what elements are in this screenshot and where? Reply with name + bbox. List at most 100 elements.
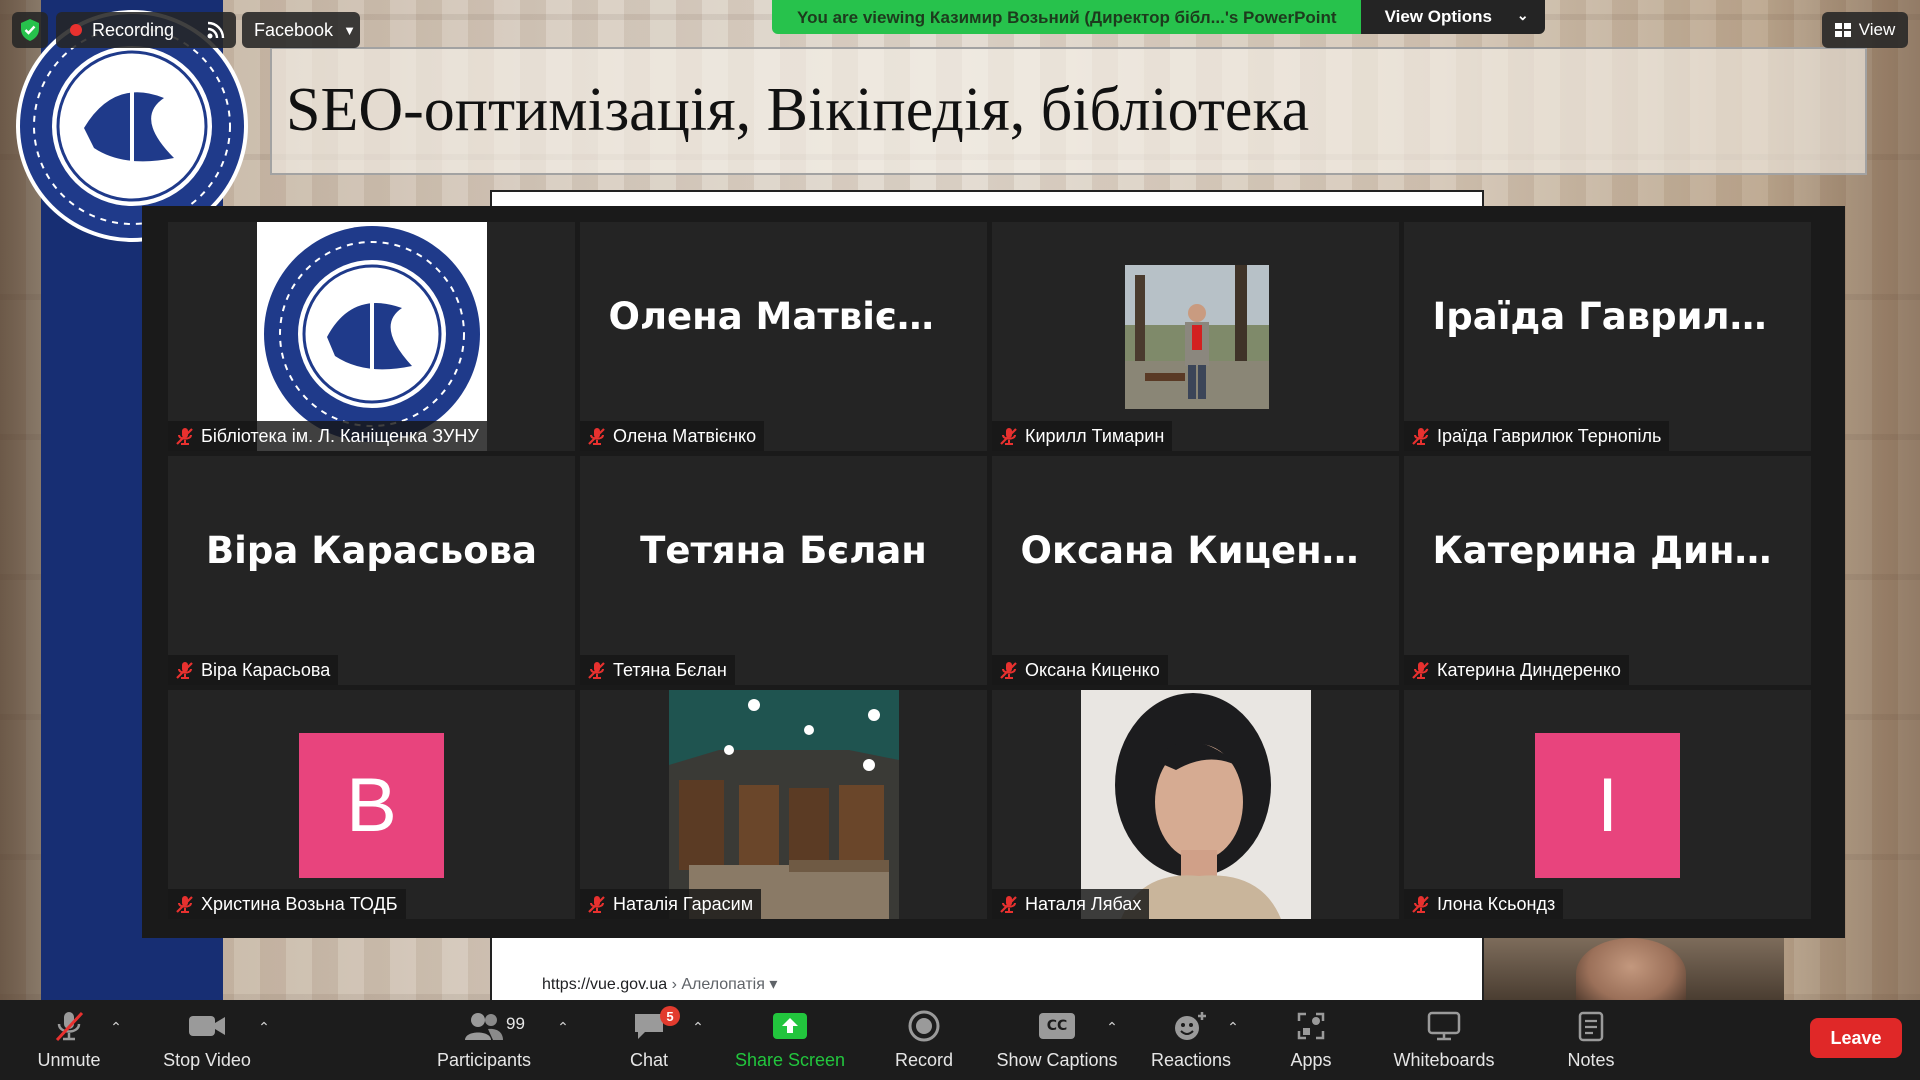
library-seal-logo <box>257 222 487 451</box>
mic-muted-icon <box>176 428 193 445</box>
participant-display-name: Катерина Динд... <box>1432 529 1783 572</box>
participant-name-label: Наталя Лябах <box>992 889 1150 919</box>
whiteboards-label: Whiteboards <box>1393 1050 1495 1070</box>
share-screen-button[interactable]: Share Screen <box>725 1008 855 1074</box>
mic-muted-icon <box>176 896 193 913</box>
audio-options-caret[interactable]: ⌃ <box>106 1020 126 1036</box>
participant-avatar: I <box>1535 733 1680 878</box>
participant-name-label: Тетяна Бєлан <box>580 655 735 685</box>
participant-name-label: Оксана Киценко <box>992 655 1168 685</box>
participant-avatar: B <box>299 733 444 878</box>
show-captions-button[interactable]: CC Show Captions <box>992 1008 1122 1074</box>
presenter-video <box>1484 938 1784 1000</box>
reactions-label: Reactions <box>1150 1050 1232 1070</box>
shield-check-icon <box>21 19 39 41</box>
participant-tile[interactable]: Тетяна Бєлан Тетяна Бєлан <box>580 456 987 685</box>
smiley-plus-icon <box>1175 1012 1206 1040</box>
participant-photo <box>1125 265 1269 409</box>
mic-muted-icon <box>1000 662 1017 679</box>
participants-options-caret[interactable]: ⌃ <box>553 1020 573 1036</box>
mic-muted-icon <box>1412 662 1429 679</box>
chat-unread-badge: 5 <box>660 1006 680 1026</box>
participant-display-name: Віра Карасьова <box>205 529 537 572</box>
participant-display-name: Олена Матвієнко <box>608 295 959 338</box>
participant-display-name: Іраїда Гаврилю... <box>1432 295 1783 338</box>
mic-muted-icon <box>588 662 605 679</box>
participant-name-label: Ілона Ксьондз <box>1404 889 1564 919</box>
notes-label: Notes <box>1567 1050 1615 1070</box>
leave-button[interactable]: Leave <box>1810 1018 1902 1058</box>
chat-label: Chat <box>629 1050 669 1070</box>
participants-button[interactable]: 99 Participants <box>419 1008 549 1074</box>
grid-view-icon <box>1834 23 1851 37</box>
record-label: Record <box>894 1050 954 1070</box>
reactions-options-caret[interactable]: ⌃ <box>1223 1020 1243 1036</box>
mic-muted-icon <box>1000 428 1017 445</box>
participant-gallery: Бібліотека ім. Л. Каніщенка ЗУНУ Олена М… <box>142 206 1845 938</box>
mic-muted-icon <box>1000 896 1017 913</box>
view-options-label: View Options <box>1384 7 1492 26</box>
participant-tile[interactable]: Оксана Киценко Оксана Киценко <box>992 456 1399 685</box>
participant-tile[interactable]: I Ілона Ксьондз <box>1404 690 1811 919</box>
whiteboards-button[interactable]: Whiteboards <box>1379 1008 1509 1074</box>
participant-tile[interactable]: Віра Карасьова Віра Карасьова <box>168 456 575 685</box>
participant-tile[interactable]: Катерина Динд... Катерина Диндеренко <box>1404 456 1811 685</box>
participants-icon <box>465 1013 503 1040</box>
slide-url: https://vue.gov.ua › Алелопатія ▾ <box>542 974 777 994</box>
view-options-button[interactable]: View Options ⌄ <box>1360 0 1545 34</box>
participants-label: Participants <box>436 1050 532 1070</box>
meeting-toolbar: Unmute ⌃ Stop Video ⌃ 99 Participants ⌃ … <box>0 1000 1920 1080</box>
record-icon <box>908 1010 940 1042</box>
live-stream-icon <box>207 21 225 39</box>
whiteboard-icon <box>1427 1011 1461 1041</box>
participant-tile[interactable]: Іраїда Гаврилю... Іраїда Гаврилюк Терноп… <box>1404 222 1811 451</box>
participant-name-label: Бібліотека ім. Л. Каніщенка ЗУНУ <box>168 421 487 451</box>
participant-tile[interactable]: Олена Матвієнко Олена Матвієнко <box>580 222 987 451</box>
mic-muted-icon <box>55 1011 84 1042</box>
captions-options-caret[interactable]: ⌃ <box>1102 1020 1122 1036</box>
slide-url-crumb: › Алелопатія <box>671 976 765 993</box>
reactions-button[interactable]: Reactions <box>1126 1008 1256 1074</box>
notes-button[interactable]: Notes <box>1526 1008 1656 1074</box>
slide-url-link: https://vue.gov.ua <box>542 976 668 993</box>
participant-photo <box>669 690 899 919</box>
participant-tile[interactable]: Наталія Гарасим <box>580 690 987 919</box>
chat-options-caret[interactable]: ⌃ <box>688 1020 708 1036</box>
security-button[interactable] <box>12 12 48 48</box>
recording-indicator[interactable]: Recording <box>56 12 236 48</box>
caret-down-icon: ▼ <box>343 22 356 38</box>
participant-tile[interactable]: Бібліотека ім. Л. Каніщенка ЗУНУ <box>168 222 575 451</box>
mic-muted-icon <box>588 428 605 445</box>
mic-muted-icon <box>176 662 193 679</box>
record-button[interactable]: Record <box>859 1008 989 1074</box>
participant-display-name: Тетяна Бєлан <box>640 529 927 572</box>
participant-tile[interactable]: Наталя Лябах <box>992 690 1399 919</box>
viewing-banner-text: You are viewing Казимир Возьний (Директо… <box>772 0 1361 34</box>
recording-label: Recording <box>92 19 175 40</box>
presenter-face <box>1576 938 1686 1000</box>
participant-name-label: Катерина Диндеренко <box>1404 655 1629 685</box>
view-layout-button[interactable]: View <box>1822 12 1908 48</box>
stop-video-button[interactable]: Stop Video <box>142 1008 272 1074</box>
share-screen-label: Share Screen <box>734 1050 846 1070</box>
unmute-button[interactable]: Unmute <box>4 1008 134 1074</box>
participant-name-label: Іраїда Гаврилюк Тернопіль <box>1404 421 1670 451</box>
slide-title-box: SEO-оптимізація, Вікіпедія, бібліотека <box>270 47 1867 175</box>
participant-tile[interactable]: B Христина Возьна ТОДБ <box>168 690 575 919</box>
apps-button[interactable]: Apps <box>1246 1008 1376 1074</box>
video-options-caret[interactable]: ⌃ <box>254 1020 274 1036</box>
participant-tile[interactable]: Кирилл Тимарин <box>992 222 1399 451</box>
participant-name-label: Віра Карасьова <box>168 655 339 685</box>
participants-count: 99 <box>506 1014 525 1033</box>
viewing-banner: You are viewing Казимир Возьний (Директо… <box>772 0 1545 34</box>
participant-name-label: Олена Матвієнко <box>580 421 765 451</box>
live-stream-label: Facebook <box>254 19 334 40</box>
participant-display-name: Оксана Киценко <box>1020 529 1371 572</box>
live-stream-dropdown[interactable]: Facebook ▼ <box>242 12 360 48</box>
chat-button[interactable]: 5 Chat <box>584 1006 714 1074</box>
stop-video-label: Stop Video <box>163 1050 251 1070</box>
notes-icon <box>1578 1011 1604 1042</box>
unmute-label: Unmute <box>37 1050 101 1070</box>
slide-title: SEO-оптимізація, Вікіпедія, бібліотека <box>286 76 1310 144</box>
share-screen-icon <box>773 1013 807 1039</box>
